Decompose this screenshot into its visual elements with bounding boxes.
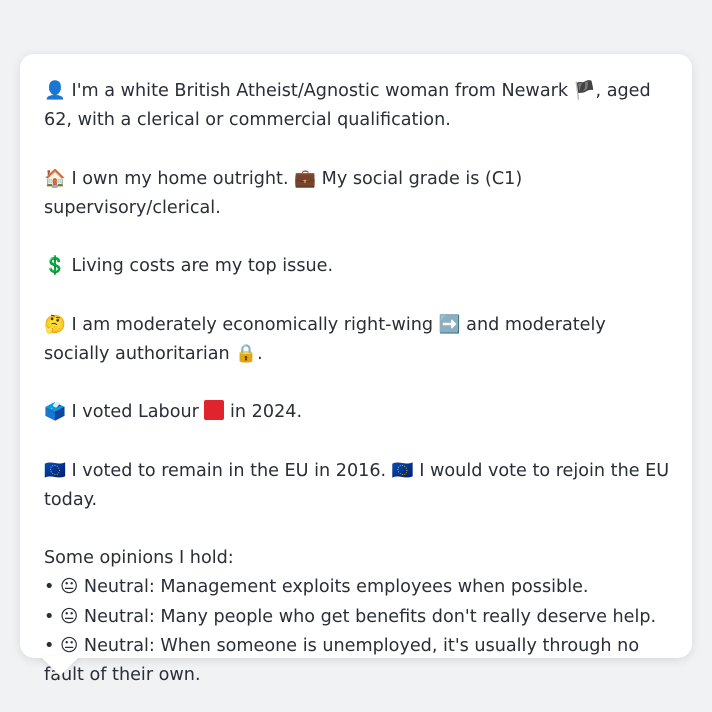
opinions-list: • 😐 Neutral: Management exploits employe…: [44, 573, 672, 690]
ballot-box-icon: 🗳️: [44, 402, 66, 423]
bullet: •: [44, 577, 55, 598]
eu-flag-icon: 🇪🇺: [391, 460, 414, 481]
eu-line: 🇪🇺 I voted to remain in the EU in 2016. …: [44, 457, 672, 515]
list-item: • 😐 Neutral: When someone is unemployed,…: [44, 632, 672, 690]
ideology-line: 🤔 I am moderately economically right-win…: [44, 311, 672, 369]
list-item: • 😐 Neutral: Management exploits employe…: [44, 573, 672, 602]
list-item: • 😐 Neutral: Many people who get benefit…: [44, 603, 672, 632]
neutral-face-icon: 😐: [59, 577, 79, 598]
identity-text: I'm a white British Atheist/Agnostic wom…: [71, 81, 569, 101]
opinions-heading: Some opinions I hold:: [44, 548, 234, 569]
issue-line: 💲 Living costs are my top issue.: [44, 252, 672, 281]
identity-line: 👤 I'm a white British Atheist/Agnostic w…: [44, 77, 672, 135]
vote-line: 🗳️ I voted Labour in 2024.: [44, 398, 672, 427]
right-arrow-icon: ➡️: [438, 314, 461, 335]
eu-flag-icon: 🇪🇺: [44, 460, 66, 481]
ideology-period: .: [257, 343, 263, 364]
briefcase-icon: 💼: [294, 168, 317, 189]
dollar-icon: 💲: [44, 256, 66, 277]
bullet: •: [44, 635, 55, 656]
england-flag-icon: 🏴: [573, 81, 596, 101]
profile-message-bubble: 👤 I'm a white British Atheist/Agnostic w…: [20, 54, 692, 685]
house-icon: 🏠: [44, 168, 66, 189]
vote-text: I voted Labour: [71, 402, 199, 423]
neutral-face-icon: 😐: [59, 635, 79, 656]
vote-year-text: in 2024.: [230, 402, 303, 423]
opinion-text: Neutral: When someone is unemployed, it'…: [44, 635, 640, 685]
opinion-text: Neutral: Management exploits employees w…: [83, 577, 589, 598]
bubble-tail: [40, 656, 80, 676]
labour-red-square-icon: [204, 400, 225, 421]
bullet: •: [44, 606, 55, 627]
economic-position-text: I am moderately economically right-wing: [71, 314, 434, 335]
home-line: 🏠 I own my home outright. 💼 My social gr…: [44, 165, 672, 223]
neutral-face-icon: 😐: [59, 606, 79, 627]
thinking-face-icon: 🤔: [44, 314, 66, 335]
eu-2016-text: I voted to remain in the EU in 2016.: [71, 460, 387, 481]
person-icon: 👤: [44, 81, 66, 101]
top-issue-text: Living costs are my top issue.: [71, 256, 334, 277]
opinion-text: Neutral: Many people who get benefits do…: [83, 606, 657, 627]
lock-icon: 🔒: [235, 343, 258, 364]
home-ownership-text: I own my home outright.: [71, 168, 289, 189]
